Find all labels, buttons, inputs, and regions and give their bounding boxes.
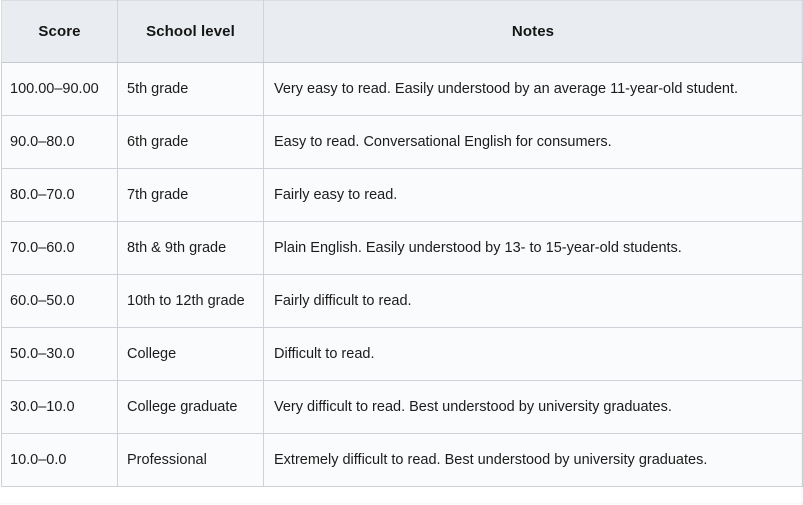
readability-score-table-container: Score School level Notes 100.00–90.00 5t…	[0, 0, 803, 505]
cell-notes: Difficult to read.	[263, 327, 803, 381]
table-row: 100.00–90.00 5th grade Very easy to read…	[1, 62, 803, 116]
table-row: 80.0–70.0 7th grade Fairly easy to read.	[1, 168, 803, 222]
cell-notes: Very difficult to read. Best understood …	[263, 380, 803, 434]
cell-score: 80.0–70.0	[1, 168, 118, 222]
cell-notes: Easy to read. Conversational English for…	[263, 115, 803, 169]
cell-school-level: College	[117, 327, 264, 381]
table-row: 70.0–60.0 8th & 9th grade Plain English.…	[1, 221, 803, 275]
cell-score: 100.00–90.00	[1, 62, 118, 116]
cell-school-level: 7th grade	[117, 168, 264, 222]
cell-notes: Fairly easy to read.	[263, 168, 803, 222]
cell-score: 50.0–30.0	[1, 327, 118, 381]
cell-score: 70.0–60.0	[1, 221, 118, 275]
cell-school-level: 6th grade	[117, 115, 264, 169]
table-row: 10.0–0.0 Professional Extremely difficul…	[1, 433, 803, 487]
cell-school-level: Professional	[117, 433, 264, 487]
table-body: 100.00–90.00 5th grade Very easy to read…	[1, 62, 803, 487]
table-row: 90.0–80.0 6th grade Easy to read. Conver…	[1, 115, 803, 169]
readability-score-table: Score School level Notes 100.00–90.00 5t…	[1, 0, 803, 487]
cell-school-level: 5th grade	[117, 62, 264, 116]
cell-school-level: 10th to 12th grade	[117, 274, 264, 328]
column-header-score[interactable]: Score	[1, 0, 118, 63]
table-header: Score School level Notes	[1, 0, 803, 63]
column-header-school-level[interactable]: School level	[117, 0, 264, 63]
table-row: 60.0–50.0 10th to 12th grade Fairly diff…	[1, 274, 803, 328]
cell-notes: Extremely difficult to read. Best unders…	[263, 433, 803, 487]
cell-school-level: College graduate	[117, 380, 264, 434]
cell-notes: Very easy to read. Easily understood by …	[263, 62, 803, 116]
table-row: 30.0–10.0 College graduate Very difficul…	[1, 380, 803, 434]
column-header-notes[interactable]: Notes	[263, 0, 803, 63]
table-row: 50.0–30.0 College Difficult to read.	[1, 327, 803, 381]
cell-notes: Fairly difficult to read.	[263, 274, 803, 328]
table-header-row: Score School level Notes	[1, 0, 803, 63]
cell-score: 30.0–10.0	[1, 380, 118, 434]
cell-score: 10.0–0.0	[1, 433, 118, 487]
cell-notes: Plain English. Easily understood by 13- …	[263, 221, 803, 275]
cell-score: 60.0–50.0	[1, 274, 118, 328]
cell-school-level: 8th & 9th grade	[117, 221, 264, 275]
cell-score: 90.0–80.0	[1, 115, 118, 169]
